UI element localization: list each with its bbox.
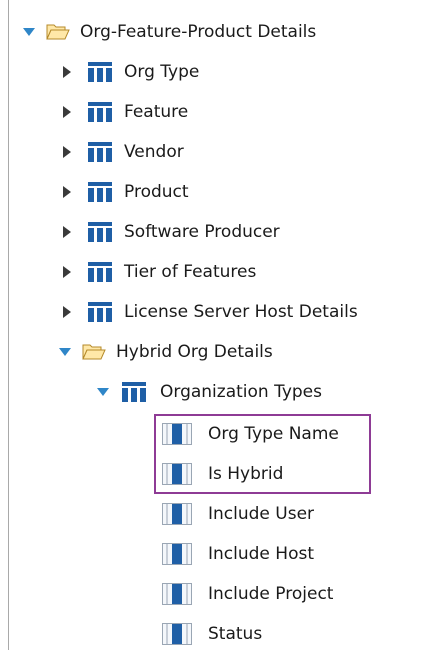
tree-node-vendor[interactable]: Vendor	[60, 132, 184, 172]
collapsed-arrow-icon[interactable]	[60, 305, 74, 319]
table-icon	[122, 382, 146, 402]
column-icon	[162, 583, 192, 605]
folder-open-icon	[82, 343, 106, 361]
collapsed-arrow-icon[interactable]	[60, 225, 74, 239]
tree-node-label: Tier of Features	[124, 262, 257, 282]
collapsed-arrow-icon[interactable]	[60, 65, 74, 79]
tree-node-label: Hybrid Org Details	[116, 342, 273, 362]
tree-node-product[interactable]: Product	[60, 172, 189, 212]
column-icon	[162, 543, 192, 565]
panel-left-border	[8, 0, 9, 650]
tree-node-label: License Server Host Details	[124, 302, 358, 322]
tree-node-label: Include User	[208, 504, 315, 524]
collapsed-arrow-icon[interactable]	[60, 145, 74, 159]
table-icon	[88, 62, 112, 82]
tree-node-org-feature-product-details[interactable]: Org-Feature-Product Details	[22, 12, 316, 52]
expanded-arrow-icon[interactable]	[22, 25, 36, 39]
tree-node-label: Org-Feature-Product Details	[80, 22, 317, 42]
tree-node-column-status[interactable]: Status	[162, 614, 262, 650]
tree-node-column-include-user[interactable]: Include User	[162, 494, 314, 534]
table-icon	[88, 182, 112, 202]
tree-node-column-include-host[interactable]: Include Host	[162, 534, 314, 574]
table-icon	[88, 262, 112, 282]
tree-node-label: Org Type	[124, 62, 200, 82]
tree-node-label: Include Host	[208, 544, 314, 564]
tree-node-hybrid-org-details[interactable]: Hybrid Org Details	[58, 332, 273, 372]
column-icon	[162, 623, 192, 645]
tree-node-label: Product	[124, 182, 189, 202]
tree-view: Org-Feature-Product Details Org Type Fea…	[0, 0, 433, 650]
expanded-arrow-icon[interactable]	[58, 345, 72, 359]
table-icon	[88, 102, 112, 122]
tree-node-label: Vendor	[124, 142, 184, 162]
tree-node-label: Feature	[124, 102, 189, 122]
collapsed-arrow-icon[interactable]	[60, 105, 74, 119]
tree-node-label: Include Project	[208, 584, 334, 604]
collapsed-arrow-icon[interactable]	[60, 185, 74, 199]
tree-node-label: Status	[208, 624, 263, 644]
table-icon	[88, 222, 112, 242]
tree-node-license-server-host-details[interactable]: License Server Host Details	[60, 292, 358, 332]
tree-node-software-producer[interactable]: Software Producer	[60, 212, 280, 252]
column-icon	[162, 503, 192, 525]
selection-highlight-box	[154, 414, 371, 494]
tree-node-organization-types[interactable]: Organization Types	[96, 372, 322, 412]
tree-node-label: Organization Types	[160, 382, 322, 402]
tree-node-column-include-project[interactable]: Include Project	[162, 574, 333, 614]
tree-node-org-type[interactable]: Org Type	[60, 52, 199, 92]
tree-node-tier-of-features[interactable]: Tier of Features	[60, 252, 256, 292]
expanded-arrow-icon[interactable]	[96, 385, 110, 399]
tree-node-feature[interactable]: Feature	[60, 92, 188, 132]
table-icon	[88, 302, 112, 322]
folder-open-icon	[46, 23, 70, 41]
tree-node-label: Software Producer	[124, 222, 280, 242]
collapsed-arrow-icon[interactable]	[60, 265, 74, 279]
table-icon	[88, 142, 112, 162]
